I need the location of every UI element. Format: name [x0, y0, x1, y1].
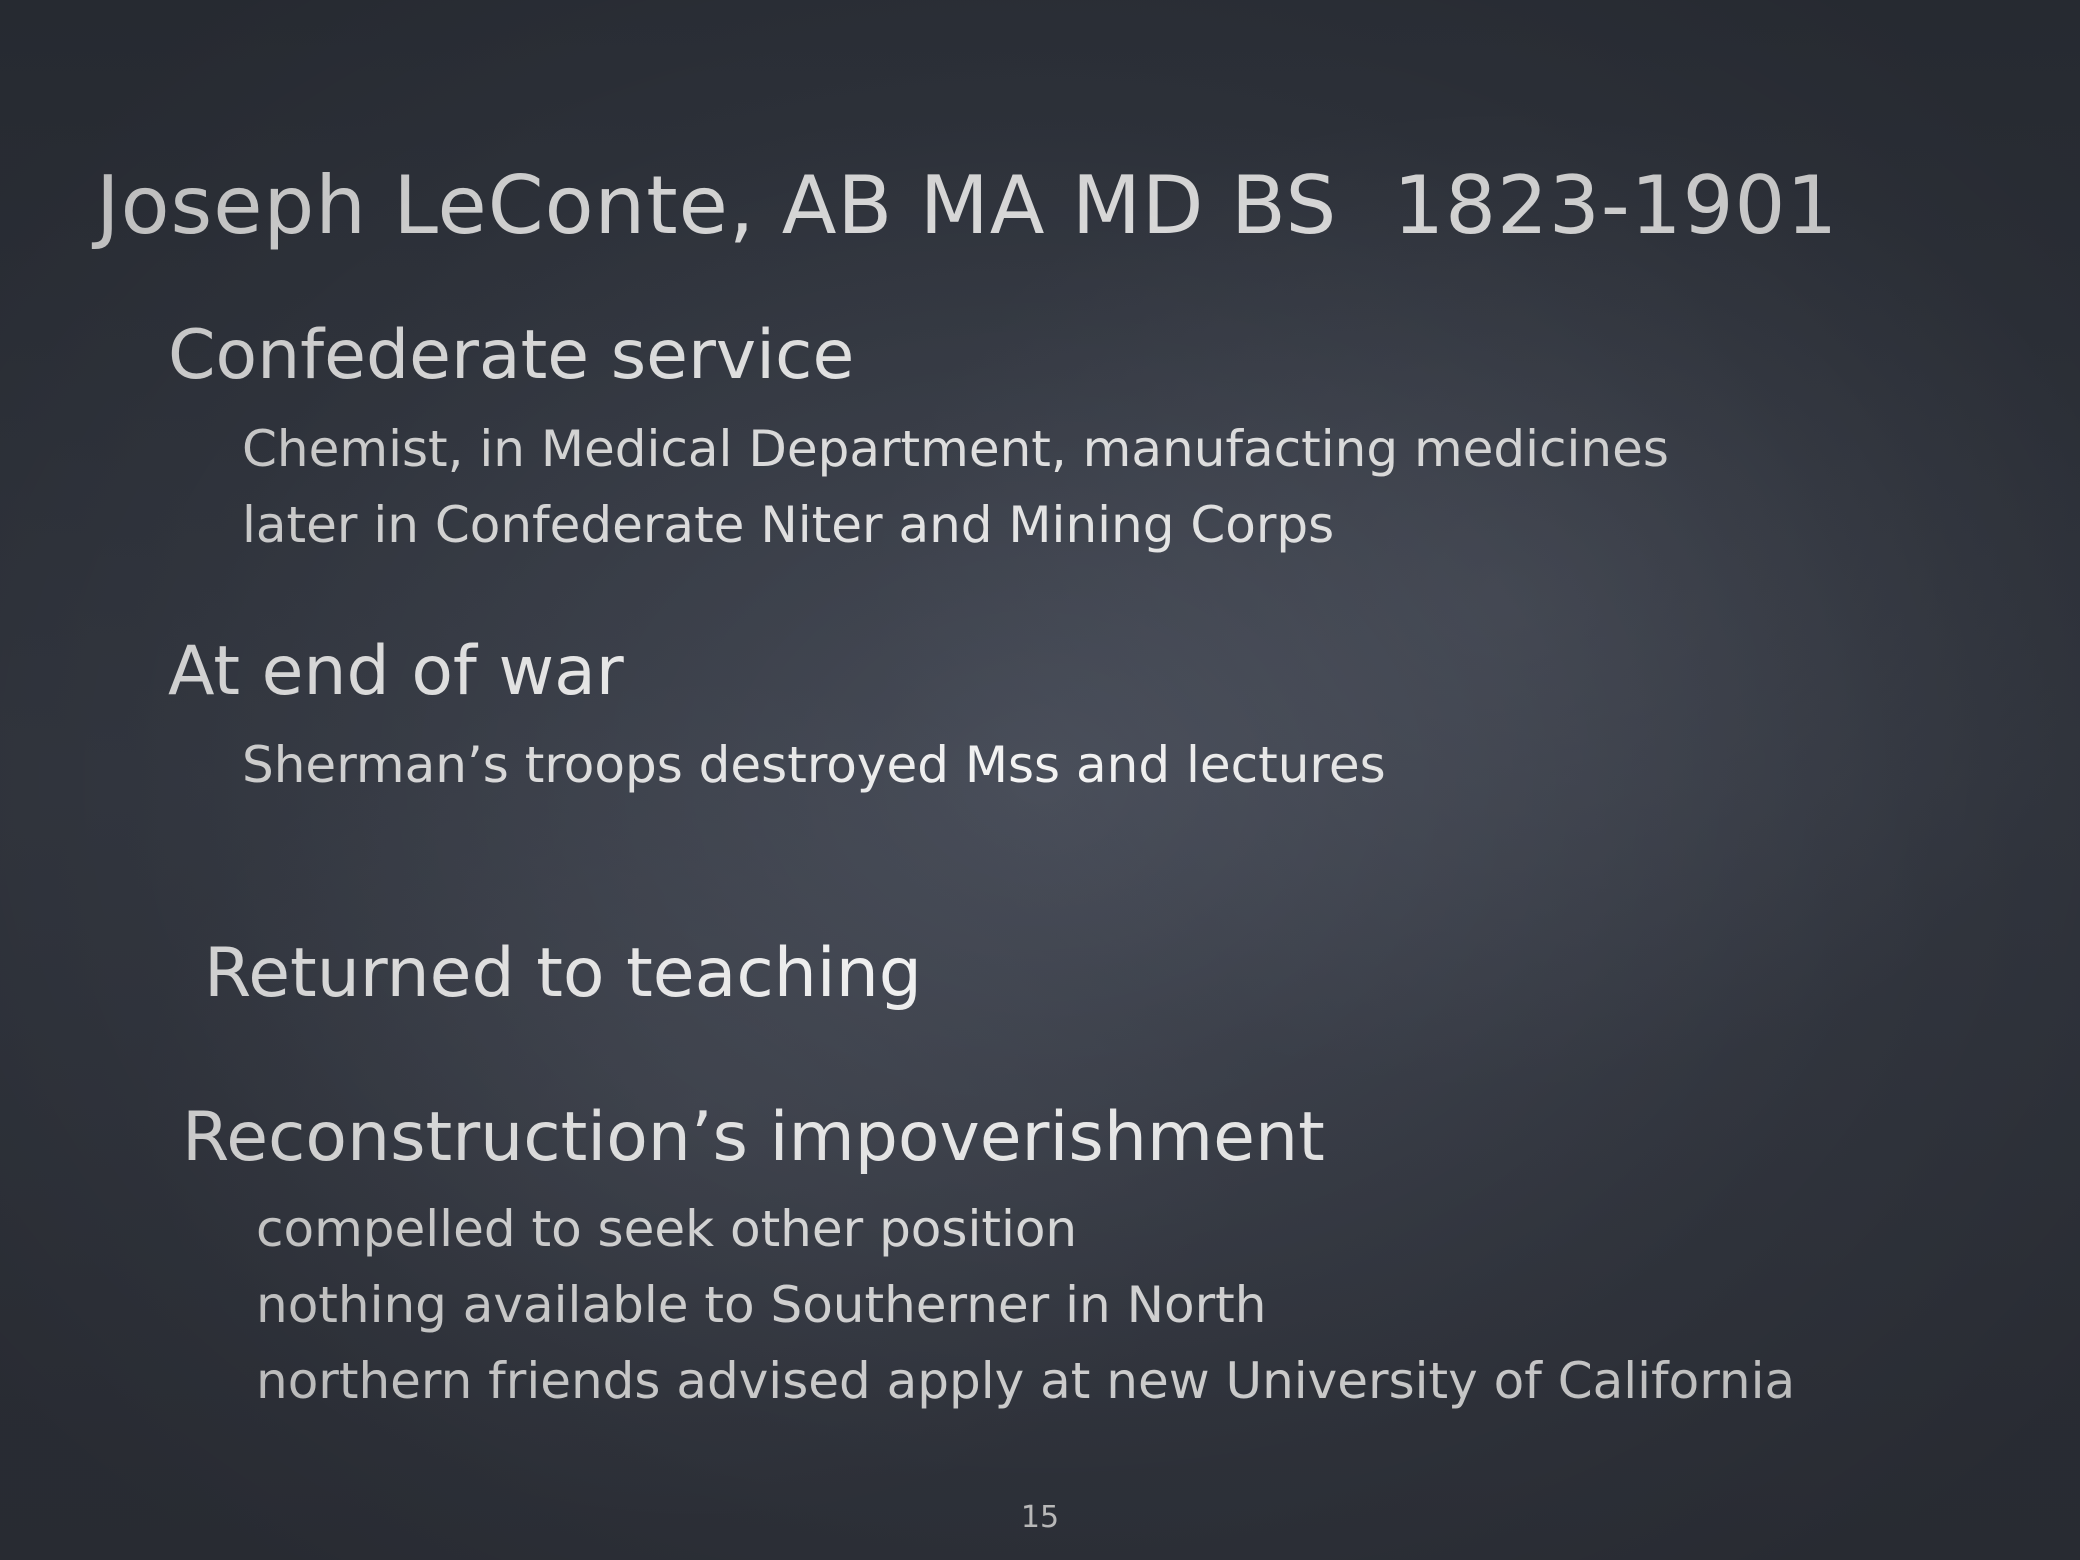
bullet-nothing-available: nothing available to Southerner in North — [256, 1276, 1267, 1334]
bullet-shermans-troops: Sherman’s troops destroyed Mss and lectu… — [242, 736, 1386, 794]
title-dates: 1823-1901 — [1393, 159, 1839, 252]
bullet-university-of-california: northern friends advised apply at new Un… — [256, 1352, 1796, 1410]
page-number: 15 — [1020, 1500, 1060, 1535]
bullet-other-position: compelled to seek other position — [256, 1200, 1078, 1258]
heading-returned-to-teaching: Returned to teaching — [204, 934, 922, 1013]
bullet-chemist: Chemist, in Medical Department, manufact… — [242, 420, 1669, 478]
heading-end-of-war: At end of war — [168, 632, 624, 711]
bullet-niter-corps: later in Confederate Niter and Mining Co… — [242, 496, 1335, 554]
heading-confederate-service: Confederate service — [168, 316, 855, 395]
heading-reconstruction: Reconstruction’s impoverishment — [182, 1098, 1325, 1177]
title-name: Joseph LeConte, AB MA MD BS — [96, 159, 1338, 252]
slide-title: Joseph LeConte, AB MA MD BS 1823-1901 — [96, 166, 1838, 246]
slide: Joseph LeConte, AB MA MD BS 1823-1901 Con… — [0, 0, 2080, 1560]
